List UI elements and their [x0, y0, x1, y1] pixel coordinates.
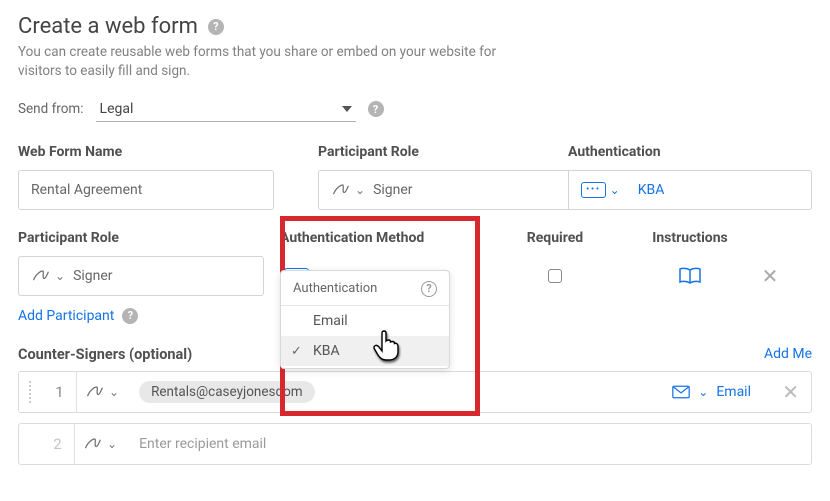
chevron-down-icon: ⌄: [109, 385, 119, 399]
required-checkbox[interactable]: [548, 269, 562, 283]
authentication-select[interactable]: ⌄ KBA: [568, 170, 812, 210]
role-select[interactable]: ⌄: [77, 382, 135, 402]
chevron-down-icon: [342, 106, 352, 112]
chevron-down-icon: ⌄: [355, 183, 365, 197]
participant-role-select[interactable]: ⌄ Signer: [318, 170, 568, 210]
page-subtitle: You can create reusable web forms that y…: [18, 43, 518, 81]
participant-role-value: Signer: [73, 268, 112, 284]
auth-dropdown-panel: Authentication ? Email ✓ KBA: [280, 270, 450, 369]
participant-role-label: Participant Role: [18, 230, 280, 246]
pen-icon: [331, 180, 351, 200]
auth-select[interactable]: ⌄ Email: [672, 384, 751, 400]
chevron-down-icon: ⌄: [55, 269, 65, 283]
page-title: Create a web form: [18, 14, 198, 39]
authentication-value: KBA: [638, 182, 665, 198]
counter-signers-title: Counter-Signers (optional): [18, 346, 192, 363]
drag-handle-icon[interactable]: [23, 381, 37, 403]
authentication-method-label: Authentication Method: [280, 230, 480, 246]
chevron-down-icon: ⌄: [107, 437, 117, 451]
check-icon: ✓: [291, 344, 302, 359]
counter-signer-row: 1 ⌄ Rentals@caseyjonesdom ⌄ Email ✕: [18, 371, 812, 413]
chevron-down-icon: ⌄: [698, 385, 708, 399]
counter-signer-row: 2 ⌄ Enter recipient email: [18, 423, 812, 465]
pen-icon: [85, 382, 105, 402]
help-icon[interactable]: ?: [421, 281, 437, 297]
spacer: [750, 230, 790, 246]
pen-icon: [83, 434, 103, 454]
auth-dropdown-heading: Authentication: [293, 281, 377, 296]
auth-badge-icon: [581, 182, 606, 198]
recipient-chip[interactable]: Rentals@caseyjonesdom: [139, 381, 315, 403]
web-form-name-input[interactable]: Rental Agreement: [18, 170, 274, 210]
chevron-down-icon: ⌄: [610, 183, 620, 197]
participant-role-value: Signer: [373, 182, 412, 198]
instructions-label: Instructions: [630, 230, 750, 246]
help-icon[interactable]: ?: [122, 308, 138, 324]
participant-role-select[interactable]: ⌄ Signer: [18, 256, 264, 296]
add-me-link[interactable]: Add Me: [764, 346, 812, 362]
role-select[interactable]: ⌄: [75, 434, 133, 454]
help-icon[interactable]: ?: [208, 19, 224, 35]
authentication-label: Authentication: [568, 144, 812, 160]
participant-role-label: Participant Role: [318, 144, 568, 160]
auth-option-email[interactable]: Email: [281, 306, 449, 336]
help-icon[interactable]: ?: [368, 101, 384, 117]
auth-option-kba[interactable]: ✓ KBA: [281, 336, 449, 366]
book-icon[interactable]: [679, 267, 701, 285]
send-from-select[interactable]: Legal: [96, 97, 356, 122]
row-number: 1: [43, 372, 77, 412]
auth-option-kba-label: KBA: [313, 343, 340, 359]
pen-icon: [31, 266, 51, 286]
row-number: 2: [41, 424, 75, 464]
send-from-label: Send from:: [18, 101, 84, 117]
remove-button[interactable]: ✕: [782, 380, 799, 404]
add-participant-link[interactable]: Add Participant: [18, 308, 114, 324]
envelope-icon: [672, 385, 690, 399]
recipient-input[interactable]: Enter recipient email: [139, 436, 266, 452]
auth-value: Email: [716, 384, 751, 400]
send-from-value: Legal: [100, 101, 134, 117]
web-form-name-value: Rental Agreement: [31, 182, 142, 198]
remove-button[interactable]: ✕: [762, 264, 779, 288]
web-form-name-label: Web Form Name: [18, 144, 318, 160]
required-label: Required: [480, 230, 630, 246]
